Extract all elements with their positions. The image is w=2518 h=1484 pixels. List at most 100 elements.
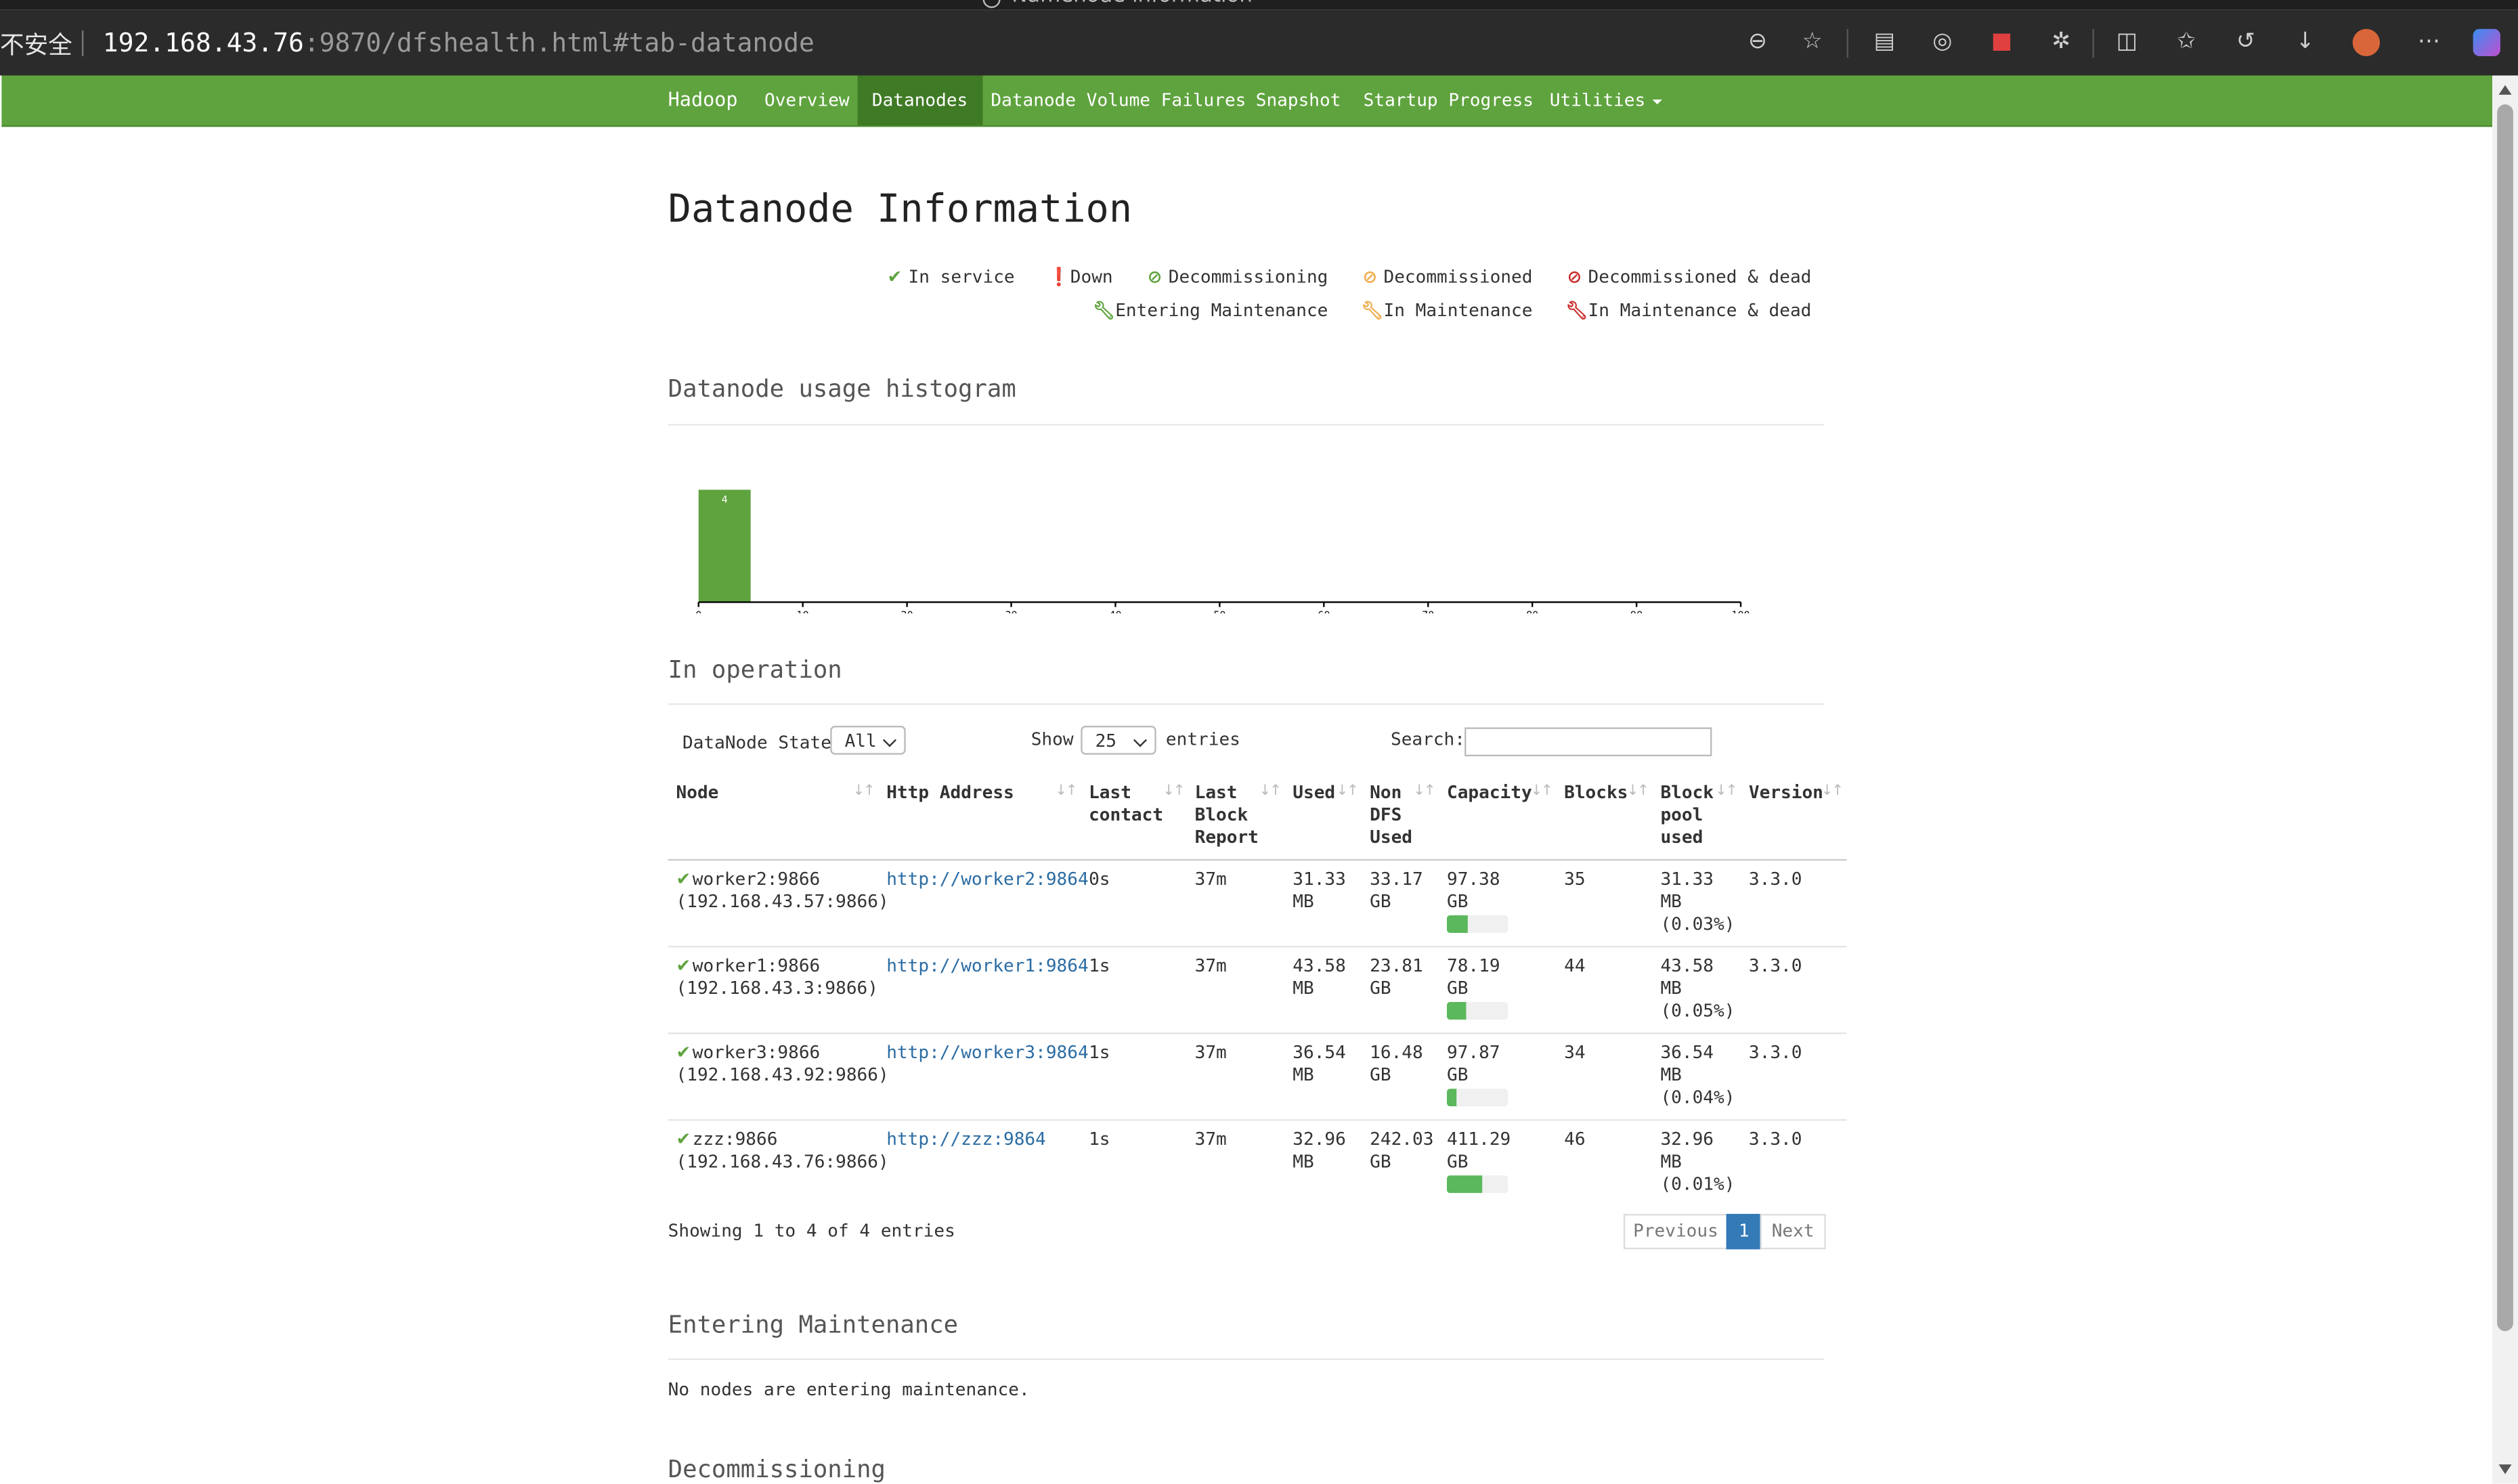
non-dfs-cell: 16.48 GB xyxy=(1370,1042,1423,1087)
nav-snapshot[interactable]: Snapshot xyxy=(1241,75,1355,125)
vertical-scrollbar[interactable] xyxy=(2492,75,2518,1484)
sort-icon[interactable]: ↓↑ xyxy=(1715,783,1737,800)
nav-overview[interactable]: Overview xyxy=(750,75,864,125)
used-cell: 31.33 MB xyxy=(1293,869,1346,913)
col-header-line: Node xyxy=(676,782,719,803)
url-host: 192.168.43.76 xyxy=(102,27,304,58)
sort-icon[interactable]: ↓↑ xyxy=(1259,783,1281,800)
nav-volume-failures[interactable]: Datanode Volume Failures xyxy=(976,75,1261,125)
more-icon[interactable]: ⋯ xyxy=(2415,29,2442,56)
security-indicator[interactable]: 不安全 xyxy=(0,27,72,61)
star-icon[interactable]: ☆ xyxy=(1798,29,1825,56)
http-address-link[interactable]: http://zzz:9864 xyxy=(886,1129,1046,1150)
value: 31.33 xyxy=(1293,869,1346,890)
unit: GB xyxy=(1447,891,1469,913)
unit: GB xyxy=(1370,1064,1391,1086)
col-header-line: contact xyxy=(1089,804,1164,826)
ban-icon: ⊘ xyxy=(1362,266,1378,288)
http-cell: http://zzz:9864 xyxy=(886,1129,1046,1151)
sort-icon[interactable]: ↓↑ xyxy=(1163,783,1185,800)
page-length-value: 25 xyxy=(1095,730,1117,752)
glasses-icon[interactable]: ◎ xyxy=(1929,29,1956,56)
col-http-header[interactable]: Http Address xyxy=(886,782,1014,804)
sort-icon[interactable]: ↓↑ xyxy=(1336,783,1358,800)
legend-label: In Maintenance & dead xyxy=(1588,300,1812,322)
address-bar[interactable]: 192.168.43.76:9870/dfshealth.html#tab-da… xyxy=(103,27,815,58)
used-cell: 43.58 MB xyxy=(1293,955,1346,1000)
split-screen-icon[interactable]: ◫ xyxy=(2113,29,2140,56)
last-block-cell: 37m xyxy=(1194,1042,1227,1064)
blocks-cell: 35 xyxy=(1564,869,1586,890)
download-icon[interactable]: ↓ xyxy=(2292,29,2319,56)
sort-icon[interactable]: ↓↑ xyxy=(852,783,875,800)
col-header-line: Last xyxy=(1194,782,1238,803)
wrench-icon: 🔧︎ xyxy=(1361,300,1384,322)
browser-toolbar: 不安全 192.168.43.76:9870/dfshealth.html#ta… xyxy=(0,9,2518,77)
col-used-header[interactable]: Used xyxy=(1293,782,1335,804)
scroll-down-icon[interactable] xyxy=(2498,1464,2512,1475)
history-icon[interactable]: ↺ xyxy=(2232,29,2259,56)
previous-page-button[interactable]: Previous xyxy=(1623,1214,1729,1250)
col-non-dfs-header[interactable]: Non DFS Used xyxy=(1370,782,1412,850)
nav-datanodes[interactable]: Datanodes xyxy=(857,75,982,126)
col-header-line: Used xyxy=(1370,827,1413,848)
http-address-link[interactable]: http://worker1:9864 xyxy=(886,955,1088,976)
http-address-link[interactable]: http://worker3:9864 xyxy=(886,1042,1088,1063)
legend-row-1: ✔ In service ❗Down ⊘ Decommissioning ⊘ Deco… xyxy=(863,267,1811,288)
navbar: Hadoop Overview Datanodes Datanode Volum… xyxy=(1,75,2493,127)
http-address-link[interactable]: http://worker2:9864 xyxy=(886,869,1088,890)
col-pool-header[interactable]: Block pool used xyxy=(1660,782,1714,850)
usage-histogram: 40102030405060708090100Disk usage of eac… xyxy=(695,489,1750,613)
page-length-select[interactable]: 25 xyxy=(1081,726,1156,755)
search-input[interactable] xyxy=(1464,727,1712,757)
x-tick-label: 80 xyxy=(1526,610,1538,613)
copilot-icon[interactable] xyxy=(2473,28,2500,57)
col-blocks-header[interactable]: Blocks xyxy=(1564,782,1628,804)
http-cell: http://worker1:9864 xyxy=(886,955,1088,978)
col-node-header[interactable]: Node xyxy=(676,782,719,804)
scroll-up-icon[interactable] xyxy=(2498,85,2512,95)
zoom-out-icon[interactable]: ⊖ xyxy=(1744,29,1771,56)
col-last-block-header[interactable]: Last Block Report xyxy=(1195,782,1259,850)
nav-brand[interactable]: Hadoop xyxy=(668,88,738,110)
unit: GB xyxy=(1370,978,1391,999)
sort-icon[interactable]: ↓↑ xyxy=(1055,783,1077,800)
legend-label: Down xyxy=(1070,266,1113,288)
x-tick-label: 90 xyxy=(1630,610,1643,613)
extensions-icon[interactable]: ✲ xyxy=(2047,29,2075,56)
datanode-state-select[interactable]: All xyxy=(830,726,906,755)
value: 36.54 xyxy=(1660,1042,1714,1064)
legend-decommissioned-dead: ⊘ Decommissioned & dead xyxy=(1565,267,1811,288)
bookmark-red-icon[interactable]: ■ xyxy=(1988,29,2015,56)
collections-icon[interactable]: ▤ xyxy=(1871,29,1898,56)
nav-utilities-label: Utilities xyxy=(1549,89,1646,111)
sort-icon[interactable]: ↓↑ xyxy=(1413,783,1435,800)
sort-icon[interactable]: ↓↑ xyxy=(1627,783,1649,800)
nav-utilities-dropdown[interactable]: Utilities xyxy=(1535,75,1676,125)
profile-avatar-icon[interactable] xyxy=(2352,28,2381,57)
nav-startup-progress[interactable]: Startup Progress xyxy=(1349,75,1548,125)
col-header-line: used xyxy=(1660,827,1703,848)
legend-in-service: ✔ In service xyxy=(886,267,1014,288)
version-cell: 3.3.0 xyxy=(1748,955,1802,977)
sort-icon[interactable]: ↓↑ xyxy=(1530,783,1553,800)
col-version-header[interactable]: Version xyxy=(1749,782,1823,804)
value: 16.48 xyxy=(1370,1042,1423,1064)
col-header-line: Http Address xyxy=(886,782,1014,803)
divider xyxy=(668,1358,1825,1360)
check-icon: ✔ xyxy=(676,955,691,977)
sort-icon[interactable]: ↓↑ xyxy=(1821,783,1844,800)
scrollbar-thumb[interactable] xyxy=(2497,104,2513,1332)
favorites-icon[interactable]: ✩ xyxy=(2173,29,2200,56)
legend-decommissioning: ⊘ Decommissioning xyxy=(1146,267,1328,288)
col-last-contact-header[interactable]: Last contact xyxy=(1089,782,1163,827)
unit: MB xyxy=(1660,1151,1682,1173)
next-page-button[interactable]: Next xyxy=(1760,1214,1826,1250)
x-tick-label: 50 xyxy=(1213,610,1225,613)
page-1-button[interactable]: 1 xyxy=(1726,1214,1762,1250)
legend-down: ❗Down xyxy=(1048,267,1113,288)
percent: (0.03%) xyxy=(1660,913,1735,935)
col-capacity-header[interactable]: Capacity xyxy=(1447,782,1532,804)
unit: GB xyxy=(1370,1151,1391,1173)
used-cell: 32.96 MB xyxy=(1293,1129,1346,1173)
